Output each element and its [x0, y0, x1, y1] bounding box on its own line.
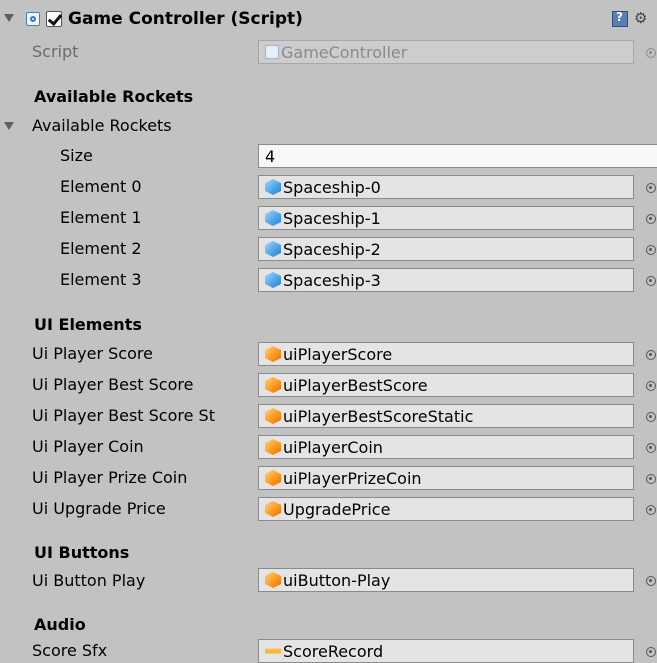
object-picker-icon[interactable] — [646, 505, 656, 515]
object-field[interactable]: uiPlayerCoin — [258, 435, 634, 459]
prefab-icon — [265, 210, 281, 226]
section-header-ui-buttons: UI Buttons — [34, 543, 130, 562]
foldout-triangle-icon[interactable] — [4, 14, 14, 22]
field-label: Ui Player Score — [32, 344, 153, 363]
gameobject-icon — [265, 501, 281, 517]
object-field[interactable]: uiPlayerScore — [258, 342, 634, 366]
object-picker-icon[interactable] — [646, 276, 656, 286]
object-picker-icon[interactable] — [646, 245, 656, 255]
object-picker-icon[interactable] — [646, 474, 656, 484]
component-header: Game Controller (Script) ⚙ — [0, 0, 657, 40]
gear-icon[interactable]: ⚙ — [634, 9, 647, 27]
element-label: Element 1 — [60, 208, 142, 227]
object-picker-icon[interactable] — [646, 412, 656, 422]
enabled-checkbox[interactable] — [46, 11, 62, 27]
script-file-icon — [265, 45, 279, 59]
field-label: Ui Player Best Score — [32, 375, 194, 394]
gameobject-icon — [265, 572, 281, 588]
object-picker-icon[interactable] — [646, 647, 656, 657]
field-label: Ui Player Prize Coin — [32, 468, 188, 487]
size-label: Size — [60, 146, 93, 165]
section-header-ui-elements: UI Elements — [34, 315, 142, 334]
field-label: Ui Player Coin — [32, 437, 144, 456]
object-picker-icon — [646, 48, 656, 58]
element-field[interactable]: Spaceship-2 — [258, 237, 634, 261]
prefab-icon — [265, 241, 281, 257]
gameobject-icon — [265, 439, 281, 455]
element-field[interactable]: Spaceship-1 — [258, 206, 634, 230]
element-field[interactable]: Spaceship-0 — [258, 175, 634, 199]
object-field[interactable]: ScoreRecord — [258, 639, 634, 663]
prefab-icon — [265, 179, 281, 195]
element-field[interactable]: Spaceship-3 — [258, 268, 634, 292]
object-picker-icon[interactable] — [646, 214, 656, 224]
object-picker-icon[interactable] — [646, 576, 656, 586]
script-label: Script — [32, 42, 79, 61]
gameobject-icon — [265, 377, 281, 393]
component-title: Game Controller (Script) — [68, 9, 303, 29]
field-label: Score Sfx — [32, 641, 108, 660]
object-picker-icon[interactable] — [646, 183, 656, 193]
element-label: Element 0 — [60, 177, 142, 196]
object-field[interactable]: uiPlayerBestScoreStatic — [258, 404, 634, 428]
gameobject-icon — [265, 408, 281, 424]
object-picker-icon[interactable] — [646, 350, 656, 360]
audio-clip-icon — [265, 648, 281, 654]
help-icon[interactable] — [612, 10, 628, 27]
available-rockets-foldout[interactable]: Available Rockets — [32, 116, 172, 135]
size-input[interactable]: 4 — [258, 144, 657, 168]
object-picker-icon[interactable] — [646, 443, 656, 453]
section-header-available-rockets: Available Rockets — [34, 87, 194, 106]
object-field[interactable]: uiPlayerBestScore — [258, 373, 634, 397]
object-field[interactable]: UpgradePrice — [258, 497, 634, 521]
object-field[interactable]: uiPlayerPrizeCoin — [258, 466, 634, 490]
element-label: Element 3 — [60, 270, 142, 289]
section-header-audio: Audio — [34, 615, 86, 634]
field-label: Ui Button Play — [32, 571, 146, 590]
gameobject-icon — [265, 346, 281, 362]
prefab-icon — [265, 272, 281, 288]
foldout-triangle-icon[interactable] — [4, 122, 14, 130]
object-field[interactable]: uiButton-Play — [258, 568, 634, 592]
gameobject-icon — [265, 470, 281, 486]
script-field: GameController — [258, 40, 634, 64]
object-picker-icon[interactable] — [646, 381, 656, 391]
script-icon — [26, 12, 40, 26]
field-label: Ui Upgrade Price — [32, 499, 166, 518]
element-label: Element 2 — [60, 239, 142, 258]
field-label: Ui Player Best Score St — [32, 406, 215, 425]
